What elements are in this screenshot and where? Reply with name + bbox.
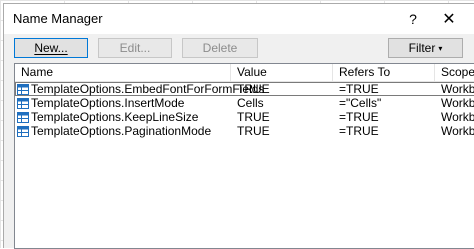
names-list[interactable]: Name Value Refers To Scope TemplateOptio… [14, 63, 474, 249]
row-refers-to-cell: =TRUE [339, 110, 379, 124]
row-value-cell: Cells [237, 96, 264, 110]
title-bar: Name Manager ? ✕ [4, 4, 474, 34]
column-header-name[interactable]: Name [15, 64, 231, 81]
table-icon [17, 97, 29, 109]
table-row[interactable]: TemplateOptions.KeepLineSize TRUE =TRUE … [15, 110, 474, 124]
row-name-text: TemplateOptions.InsertMode [31, 96, 185, 110]
name-manager-dialog: Name Manager ? ✕ New... Edit... Delete F… [3, 3, 474, 249]
table-icon [17, 83, 29, 95]
table-icon [17, 111, 29, 123]
row-value-cell: TRUE [237, 82, 270, 96]
help-button[interactable]: ? [396, 4, 430, 34]
edit-button[interactable]: Edit... [98, 38, 172, 58]
row-value-cell: TRUE [237, 124, 270, 138]
delete-button-label: Delete [202, 41, 238, 55]
row-name-cell: TemplateOptions.PaginationMode [15, 124, 233, 138]
column-header-scope[interactable]: Scope [435, 64, 474, 81]
delete-button[interactable]: Delete [182, 38, 258, 58]
row-refers-to-cell: ="Cells" [339, 96, 382, 110]
row-refers-to-cell: =TRUE [339, 124, 379, 138]
row-name-text: TemplateOptions.EmbedFontForFormFields [31, 82, 265, 96]
table-row[interactable]: TemplateOptions.EmbedFontForFormFields T… [15, 82, 474, 96]
new-button-label: New... [34, 41, 68, 55]
row-scope-cell: Workb [441, 124, 474, 138]
new-button[interactable]: New... [14, 38, 88, 58]
row-name-cell: TemplateOptions.KeepLineSize [15, 110, 233, 124]
column-header-value[interactable]: Value [231, 64, 333, 81]
row-name-text: TemplateOptions.KeepLineSize [31, 110, 199, 124]
filter-button[interactable]: Filter ▾ [388, 38, 463, 58]
row-scope-cell: Workb [441, 82, 474, 96]
row-name-text: TemplateOptions.PaginationMode [31, 124, 212, 138]
column-header-refers-to[interactable]: Refers To [333, 64, 435, 81]
row-scope-cell: Workb [441, 110, 474, 124]
filter-button-label: Filter [408, 41, 436, 55]
row-refers-to-cell: =TRUE [339, 82, 379, 96]
row-scope-cell: Workb [441, 96, 474, 110]
table-row[interactable]: TemplateOptions.PaginationMode TRUE =TRU… [15, 124, 474, 138]
row-name-cell: TemplateOptions.InsertMode [15, 96, 233, 110]
edit-button-label: Edit... [119, 41, 151, 55]
row-value-cell: TRUE [237, 110, 270, 124]
close-button[interactable]: ✕ [432, 4, 466, 34]
dialog-title: Name Manager [13, 11, 103, 26]
chevron-down-icon: ▾ [438, 43, 443, 53]
table-icon [17, 125, 29, 137]
list-header: Name Value Refers To Scope [15, 64, 474, 82]
table-row[interactable]: TemplateOptions.InsertMode Cells ="Cells… [15, 96, 474, 110]
row-name-cell: TemplateOptions.EmbedFontForFormFields [15, 82, 264, 96]
